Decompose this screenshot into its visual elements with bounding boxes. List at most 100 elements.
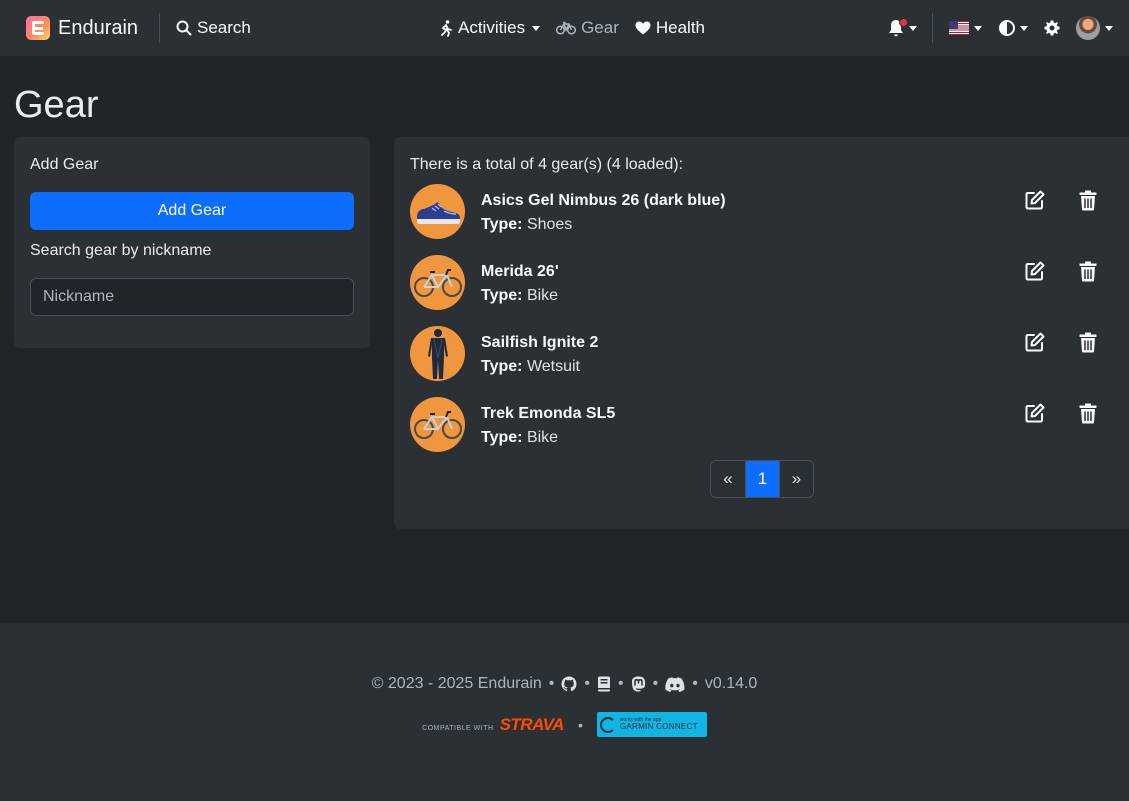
app-version: v0.14.0 <box>704 675 758 692</box>
github-icon[interactable] <box>561 676 577 692</box>
settings-link[interactable] <box>1044 20 1060 36</box>
brand-link[interactable]: Endurain <box>26 16 138 40</box>
theme-dropdown[interactable] <box>999 20 1028 36</box>
footer-separator: • <box>618 675 624 692</box>
garmin-badge-text: works with the app GARMIN CONNECT <box>620 718 698 731</box>
garmin-connect-icon <box>599 716 616 733</box>
heart-icon <box>635 21 651 35</box>
avatar <box>1076 16 1100 40</box>
delete-gear-button[interactable] <box>1077 260 1099 282</box>
language-dropdown[interactable] <box>949 21 982 35</box>
gear-list-item[interactable]: Merida 26' Type: Bike <box>410 255 1110 311</box>
gear-type-prefix: Type: <box>481 216 523 233</box>
add-gear-card-title: Add Gear <box>30 156 99 173</box>
brand-name: Endurain <box>58 16 139 39</box>
page-title: Gear <box>14 84 99 126</box>
gear-type: Type: Shoes <box>481 216 572 234</box>
edit-icon <box>1025 403 1045 423</box>
book-icon[interactable] <box>597 676 611 692</box>
edit-gear-button[interactable] <box>1024 402 1046 424</box>
gear-type-prefix: Type: <box>481 358 523 375</box>
bicycle-icon <box>410 255 465 310</box>
gear-name[interactable]: Asics Gel Nimbus 26 (dark blue) <box>481 192 726 210</box>
gear-list-item[interactable]: Sailfish Ignite 2 Type: Wetsuit <box>410 326 1110 382</box>
running-person-icon <box>441 19 452 37</box>
edit-icon <box>1025 261 1045 281</box>
trash-icon <box>1079 332 1097 352</box>
add-gear-button[interactable]: Add Gear <box>30 192 354 230</box>
nav-activities-label: Activities <box>458 18 526 37</box>
edit-gear-button[interactable] <box>1024 260 1046 282</box>
gear-icon <box>1044 20 1060 36</box>
bicycle-icon <box>410 397 465 452</box>
footer-copyright: © 2023 - 2025 Endurain <box>371 675 542 692</box>
gear-list-item[interactable]: Trek Emonda SL5 Type: Bike <box>410 397 1110 453</box>
gear-list-card: There is a total of 4 gear(s) (4 loaded)… <box>394 137 1129 529</box>
footer-separator: • <box>577 716 583 733</box>
nav-gear-label: Gear <box>581 18 619 37</box>
nav-right-controls <box>888 13 1113 43</box>
gear-type-value: Bike <box>526 287 559 304</box>
nav-right-divider <box>932 13 933 43</box>
gear-type: Type: Bike <box>481 287 558 305</box>
chevron-down-icon <box>532 25 541 31</box>
chevron-down-icon <box>974 25 982 31</box>
edit-gear-button[interactable] <box>1024 189 1046 211</box>
bicycle-icon <box>556 21 577 35</box>
top-navbar: Endurain Search Activities Gear Health <box>0 0 1129 56</box>
notifications-dropdown[interactable] <box>888 18 917 37</box>
main-nav: Activities Gear Health <box>439 18 721 38</box>
strava-badge[interactable]: COMPATIBLE WITH STRAVA <box>422 715 564 735</box>
nav-gear-link[interactable]: Gear <box>556 18 619 38</box>
chevron-down-icon <box>1105 25 1113 31</box>
footer: © 2023 - 2025 Endurain • • • • • v0.14.0… <box>0 623 1129 801</box>
trash-icon <box>1079 403 1097 423</box>
delete-gear-button[interactable] <box>1077 189 1099 211</box>
garmin-connect-logo: GARMIN CONNECT <box>619 722 698 731</box>
user-menu-dropdown[interactable] <box>1076 16 1113 40</box>
footer-separator: • <box>692 675 698 692</box>
nav-search-link[interactable]: Search <box>176 18 251 38</box>
gear-name[interactable]: Sailfish Ignite 2 <box>481 334 598 352</box>
nav-health-label: Health <box>655 18 706 37</box>
contrast-icon <box>999 20 1015 36</box>
edit-gear-button[interactable] <box>1024 331 1046 353</box>
nav-search-label: Search <box>197 18 251 37</box>
notification-badge-dot <box>899 18 908 27</box>
nav-health-link[interactable]: Health <box>635 18 705 38</box>
footer-badges: COMPATIBLE WITH STRAVA • works with the … <box>0 712 1129 737</box>
chevron-down-icon <box>909 25 917 31</box>
search-gear-label: Search gear by nickname <box>30 242 212 259</box>
pagination-next-button[interactable]: » <box>779 461 813 497</box>
footer-links: © 2023 - 2025 Endurain • • • • • v0.14.0 <box>0 675 1129 693</box>
trash-icon <box>1079 190 1097 210</box>
delete-gear-button[interactable] <box>1077 331 1099 353</box>
endurain-logo-icon <box>26 16 50 40</box>
delete-gear-button[interactable] <box>1077 402 1099 424</box>
edit-icon <box>1025 332 1045 352</box>
garmin-connect-badge[interactable]: works with the app GARMIN CONNECT <box>596 712 707 737</box>
gear-type-prefix: Type: <box>481 429 523 446</box>
gear-total-text: There is a total of 4 gear(s) (4 loaded)… <box>410 156 684 173</box>
gear-list-item[interactable]: Asics Gel Nimbus 26 (dark blue) Type: Sh… <box>410 184 1110 240</box>
footer-separator: • <box>652 675 659 692</box>
footer-separator: • <box>584 675 591 692</box>
gear-type-value: Wetsuit <box>526 358 580 375</box>
chevron-down-icon <box>1020 25 1028 31</box>
pagination-prev-button[interactable]: « <box>711 461 745 497</box>
search-icon <box>176 20 192 36</box>
nav-divider <box>159 13 160 43</box>
pagination-page-button[interactable]: 1 <box>745 461 779 497</box>
gear-type: Type: Bike <box>481 429 558 447</box>
discord-icon[interactable] <box>665 676 685 692</box>
wetsuit-icon <box>410 326 465 381</box>
gear-type-value: Shoes <box>526 216 573 233</box>
shoe-icon <box>410 184 465 239</box>
mastodon-icon[interactable] <box>631 676 646 692</box>
nickname-search-input[interactable] <box>30 278 354 316</box>
nav-activities-dropdown[interactable]: Activities <box>439 18 541 38</box>
gear-name[interactable]: Merida 26' <box>481 263 559 281</box>
us-flag-icon <box>949 21 969 35</box>
gear-type: Type: Wetsuit <box>481 358 580 376</box>
gear-name[interactable]: Trek Emonda SL5 <box>481 405 615 423</box>
